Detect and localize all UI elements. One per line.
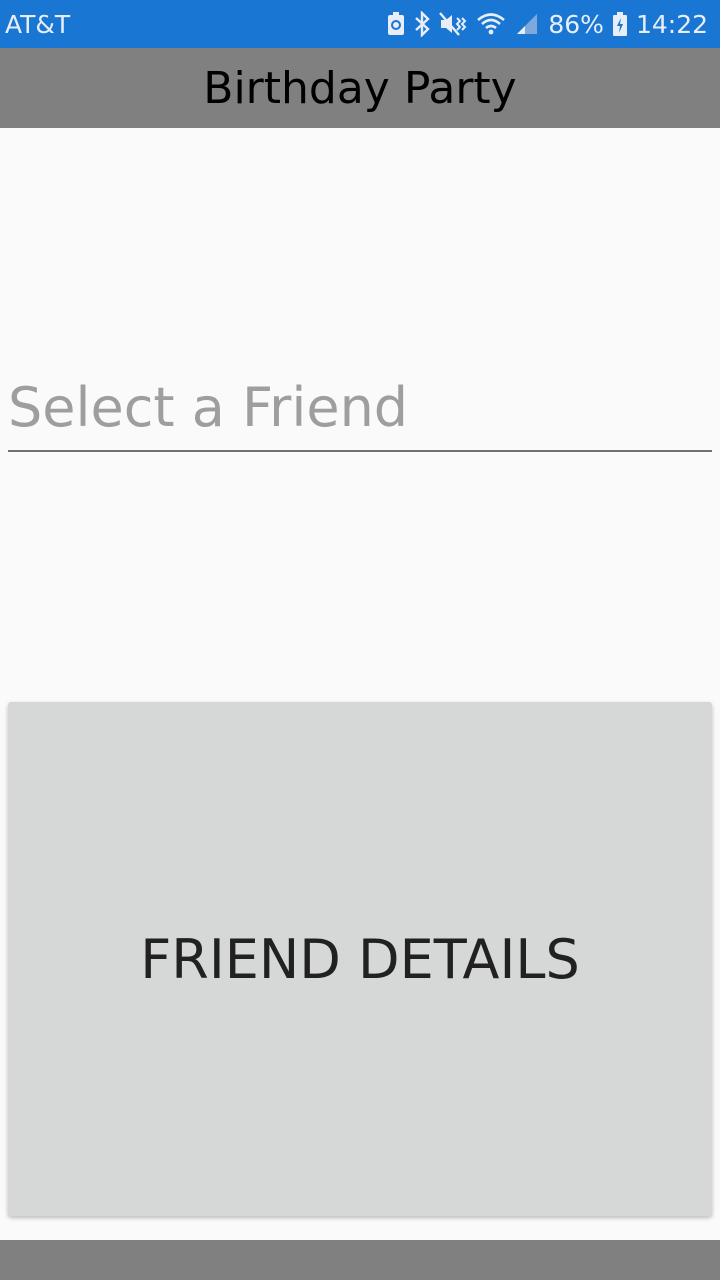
bottom-bar (0, 1240, 720, 1280)
picker-placeholder: Select a Friend (8, 376, 409, 439)
nfc-recycle-icon (387, 12, 405, 36)
bluetooth-icon (414, 11, 431, 37)
clock: 14:22 (635, 9, 708, 39)
friend-picker[interactable]: Select a Friend (8, 368, 712, 452)
mute-vibrate-icon (439, 12, 467, 36)
friend-details-button[interactable]: FRIEND DETAILS (8, 702, 712, 1216)
status-icons: 86% 14:22 (387, 10, 708, 39)
status-bar: AT&T 86% 14:22 (0, 0, 720, 48)
title-bar: Birthday Party (0, 48, 720, 128)
carrier-name: AT&T (5, 9, 71, 39)
battery-percent: 86% (548, 9, 604, 39)
wifi-icon (476, 12, 506, 36)
page-title: Birthday Party (203, 62, 517, 114)
signal-icon (515, 12, 539, 36)
friend-details-button-label: FRIEND DETAILS (140, 927, 580, 991)
battery-charging-icon (612, 12, 627, 36)
